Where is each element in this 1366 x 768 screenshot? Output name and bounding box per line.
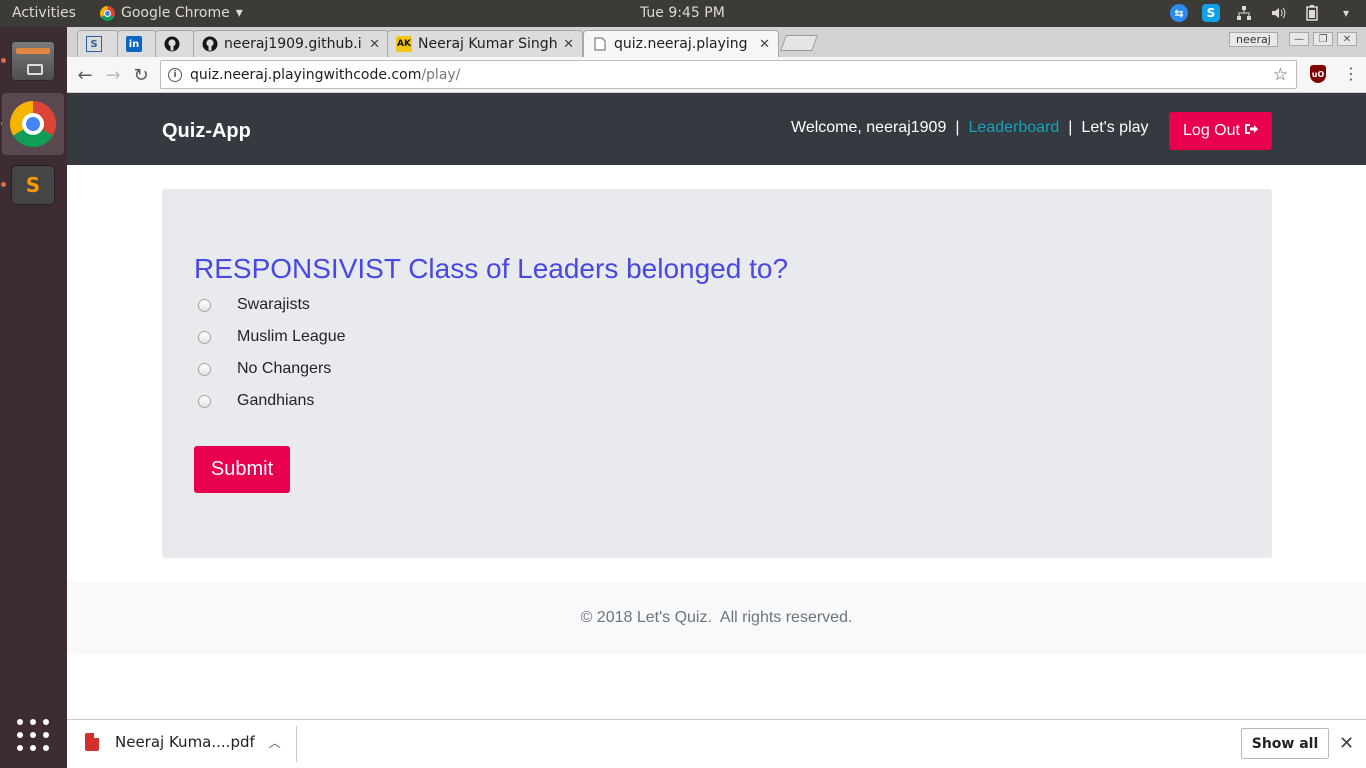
maximize-icon[interactable]: ❐ xyxy=(1313,32,1333,46)
minimize-icon[interactable]: — xyxy=(1289,32,1309,46)
chrome-icon xyxy=(100,5,115,21)
submit-button[interactable]: Submit xyxy=(194,446,290,493)
tab-pinned-1[interactable]: S xyxy=(77,30,119,57)
clock[interactable]: Tue 9:45 PM xyxy=(640,5,725,21)
sublime-text-icon: S xyxy=(11,165,55,205)
option-label: Swarajists xyxy=(237,296,310,313)
new-tab-button[interactable] xyxy=(780,35,818,51)
lets-play-link[interactable]: Let's play xyxy=(1081,119,1148,137)
back-icon[interactable]: ← xyxy=(73,63,97,87)
launcher-sublime[interactable]: S xyxy=(2,154,64,216)
navbar: Quiz-App Welcome, neeraj1909 | Leaderboa… xyxy=(67,93,1366,165)
close-icon[interactable]: ✕ xyxy=(1339,733,1354,754)
settings-menu-icon[interactable]: ▾ xyxy=(1336,3,1356,23)
tab-github-io[interactable]: neeraj1909.github.i ✕ xyxy=(193,30,389,57)
chevron-up-icon[interactable]: ︿ xyxy=(269,734,281,751)
chevron-down-icon: ▾ xyxy=(235,5,243,21)
download-item[interactable]: Neeraj Kuma....pdf ︿ xyxy=(85,733,281,751)
reload-icon[interactable]: ↻ xyxy=(129,63,153,87)
launcher: S xyxy=(0,27,67,768)
tab-github[interactable] xyxy=(155,30,195,57)
volume-icon[interactable] xyxy=(1268,3,1288,23)
files-icon xyxy=(11,41,55,81)
chrome-window: S in neeraj1909.github.i ✕ AK Neeraj Kum… xyxy=(67,27,1366,768)
linkedin-icon: in xyxy=(126,36,142,52)
logout-label: Log Out xyxy=(1183,122,1240,139)
tab-neeraj-kumar[interactable]: AK Neeraj Kumar Singh ✕ xyxy=(387,30,583,57)
url-host: quiz.neeraj.playingwithcode.com xyxy=(190,66,422,83)
github-icon xyxy=(202,36,218,52)
divider xyxy=(296,726,297,762)
system-tray: ⇆ S ▾ xyxy=(1170,3,1356,23)
option-radio[interactable] xyxy=(198,298,211,312)
tab-title: Neeraj Kumar Singh xyxy=(418,36,558,52)
chrome-menu-icon[interactable]: ⋮ xyxy=(1343,64,1359,83)
nav-separator: | xyxy=(1068,119,1073,136)
footer-text: © 2018 Let's Quiz. All rights reserved. xyxy=(67,582,1366,654)
tab-linkedin[interactable]: in xyxy=(117,30,157,57)
quiz-card: RESPONSIVIST Class of Leaders belonged t… xyxy=(162,189,1272,558)
option-muslim-league[interactable]: Muslim League xyxy=(198,328,346,346)
tab-quiz[interactable]: quiz.neeraj.playing ✕ xyxy=(583,30,779,57)
download-file-name: Neeraj Kuma....pdf xyxy=(115,733,255,751)
forward-icon[interactable]: → xyxy=(101,63,125,87)
address-bar[interactable]: i quiz.neeraj.playingwithcode.com/play/ … xyxy=(160,60,1297,89)
option-swarajists[interactable]: Swarajists xyxy=(198,296,310,314)
favicon-icon: S xyxy=(86,36,102,52)
question-text: RESPONSIVIST Class of Leaders belonged t… xyxy=(194,253,789,284)
welcome-text: Welcome, neeraj1909 xyxy=(791,119,947,136)
bookmark-star-icon[interactable]: ☆ xyxy=(1273,65,1288,85)
option-label: Muslim League xyxy=(237,328,346,345)
option-label: No Changers xyxy=(237,360,332,377)
activities-button[interactable]: Activities xyxy=(12,5,76,21)
app-menu-label: Google Chrome xyxy=(121,5,230,21)
github-icon xyxy=(164,36,180,52)
info-icon[interactable]: i xyxy=(168,67,182,82)
option-label: Gandhians xyxy=(237,392,315,409)
option-gandhians[interactable]: Gandhians xyxy=(198,392,314,410)
launcher-chrome[interactable] xyxy=(2,93,64,155)
document-icon xyxy=(592,36,608,52)
show-applications-icon[interactable] xyxy=(17,719,49,751)
brand-link[interactable]: Quiz-App xyxy=(162,120,251,143)
close-icon[interactable]: ✕ xyxy=(563,37,574,52)
battery-icon[interactable] xyxy=(1302,3,1322,23)
nav-separator: | xyxy=(955,119,960,136)
url-path: /play/ xyxy=(421,66,461,83)
nav-links: Welcome, neeraj1909 | Leaderboard | Let'… xyxy=(791,119,1149,137)
page-viewport: Quiz-App Welcome, neeraj1909 | Leaderboa… xyxy=(67,93,1366,719)
logout-button[interactable]: Log Out xyxy=(1169,112,1272,150)
leaderboard-link[interactable]: Leaderboard xyxy=(969,119,1060,137)
pdf-file-icon xyxy=(85,733,99,751)
network-icon[interactable] xyxy=(1234,3,1254,23)
profile-button[interactable]: neeraj xyxy=(1229,32,1278,47)
ublock-origin-icon[interactable]: uO xyxy=(1310,65,1326,83)
option-radio[interactable] xyxy=(198,362,211,376)
option-radio[interactable] xyxy=(198,330,211,344)
browser-toolbar: ← → ↻ i quiz.neeraj.playingwithcode.com /… xyxy=(67,57,1366,93)
launcher-files[interactable] xyxy=(2,30,64,92)
tab-title: neeraj1909.github.i xyxy=(224,36,362,52)
close-icon[interactable]: ✕ xyxy=(369,37,380,52)
download-shelf: Neeraj Kuma....pdf ︿ Show all ✕ xyxy=(67,719,1366,768)
option-radio[interactable] xyxy=(198,394,211,408)
ak-icon: AK xyxy=(396,36,412,52)
tab-strip: S in neeraj1909.github.i ✕ AK Neeraj Kum… xyxy=(67,27,1366,57)
tab-title: quiz.neeraj.playing xyxy=(614,36,748,52)
top-panel: Activities Google Chrome ▾ Tue 9:45 PM ⇆… xyxy=(0,0,1366,27)
close-icon[interactable]: ✕ xyxy=(759,37,770,52)
chrome-icon xyxy=(10,101,56,147)
teamviewer-icon[interactable]: ⇆ xyxy=(1170,4,1188,22)
app-menu[interactable]: Google Chrome ▾ xyxy=(100,5,243,21)
sign-out-icon xyxy=(1244,122,1258,140)
skype-icon[interactable]: S xyxy=(1202,4,1220,22)
option-no-changers[interactable]: No Changers xyxy=(198,360,331,378)
show-all-button[interactable]: Show all xyxy=(1241,728,1329,759)
close-window-icon[interactable]: ✕ xyxy=(1337,32,1357,46)
